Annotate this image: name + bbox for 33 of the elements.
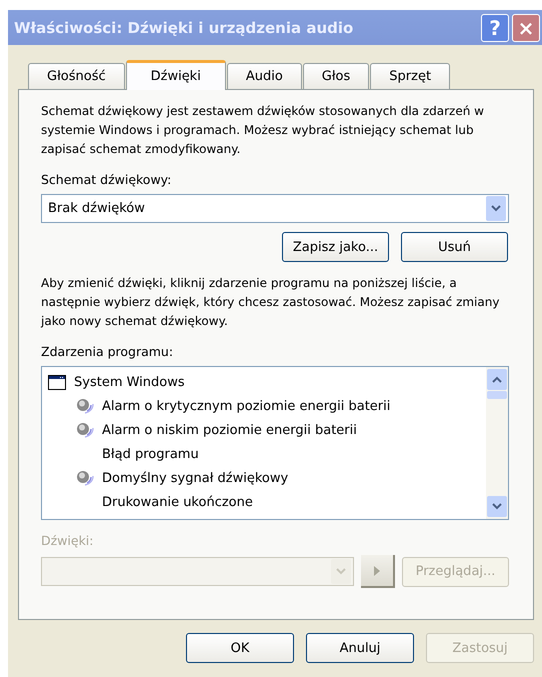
help-button[interactable]: ? [481, 14, 509, 42]
play-button[interactable] [361, 555, 395, 588]
scheme-dropdown[interactable]: Brak dźwięków [41, 194, 509, 223]
tab[interactable]: Dźwięki [126, 60, 226, 90]
scroll-thumb[interactable] [487, 391, 507, 399]
event-item[interactable]: Alarm o niskim poziomie energii baterii [102, 422, 357, 438]
instructions-text: Aby zmienić dźwięki, kliknij zdarzenie programu na poniższej liście, a następnie wybierz dźwięk, który chcesz zastosować. Możesz zapisać zmiany jako nowy schemat dźwiękowy. [41, 275, 500, 330]
scrollbar[interactable] [486, 367, 508, 519]
scheme-button[interactable]: Usuń [401, 232, 508, 262]
sounds-label: Dźwięki: [41, 533, 94, 548]
scheme-button[interactable]: Zapisz jako... [282, 232, 389, 262]
speaker-icon [76, 397, 94, 415]
dialog-button[interactable]: Anuluj [306, 633, 414, 663]
event-group[interactable]: System Windows [74, 374, 185, 390]
window-icon [48, 374, 66, 390]
scheme-label: Schemat dźwiękowy: [41, 172, 172, 187]
tab[interactable]: Głos [302, 63, 370, 89]
description-text: Schemat dźwiękowy jest zestawem dźwięków stosowanych dla zdarzeń w systemie Windows i programach. Możesz wybrać istniejący schemat lub zapisać schemat zmodyfikowany. [41, 103, 485, 158]
events-label: Zdarzenia programu: [41, 344, 174, 359]
speaker-icon [76, 421, 94, 439]
dialog-button[interactable]: OK [186, 633, 294, 663]
scroll-down-icon[interactable] [487, 496, 507, 517]
event-item[interactable]: Alarm o krytycznym poziomie energii baterii [102, 398, 390, 414]
event-item[interactable]: Błąd programu [102, 446, 199, 462]
tab[interactable]: Audio [226, 63, 302, 89]
event-item[interactable]: Drukowanie ukończone [102, 494, 253, 510]
event-item[interactable]: Domyślny sygnał dźwiękowy [102, 470, 288, 486]
scroll-up-icon[interactable] [487, 369, 507, 390]
window-title: Właściwości: Dźwięki i urządzenia audio [14, 18, 354, 36]
tab[interactable]: Głośność [28, 63, 125, 89]
speaker-icon [76, 469, 94, 487]
tab[interactable]: Sprzęt [370, 63, 450, 89]
play-icon [374, 566, 380, 576]
